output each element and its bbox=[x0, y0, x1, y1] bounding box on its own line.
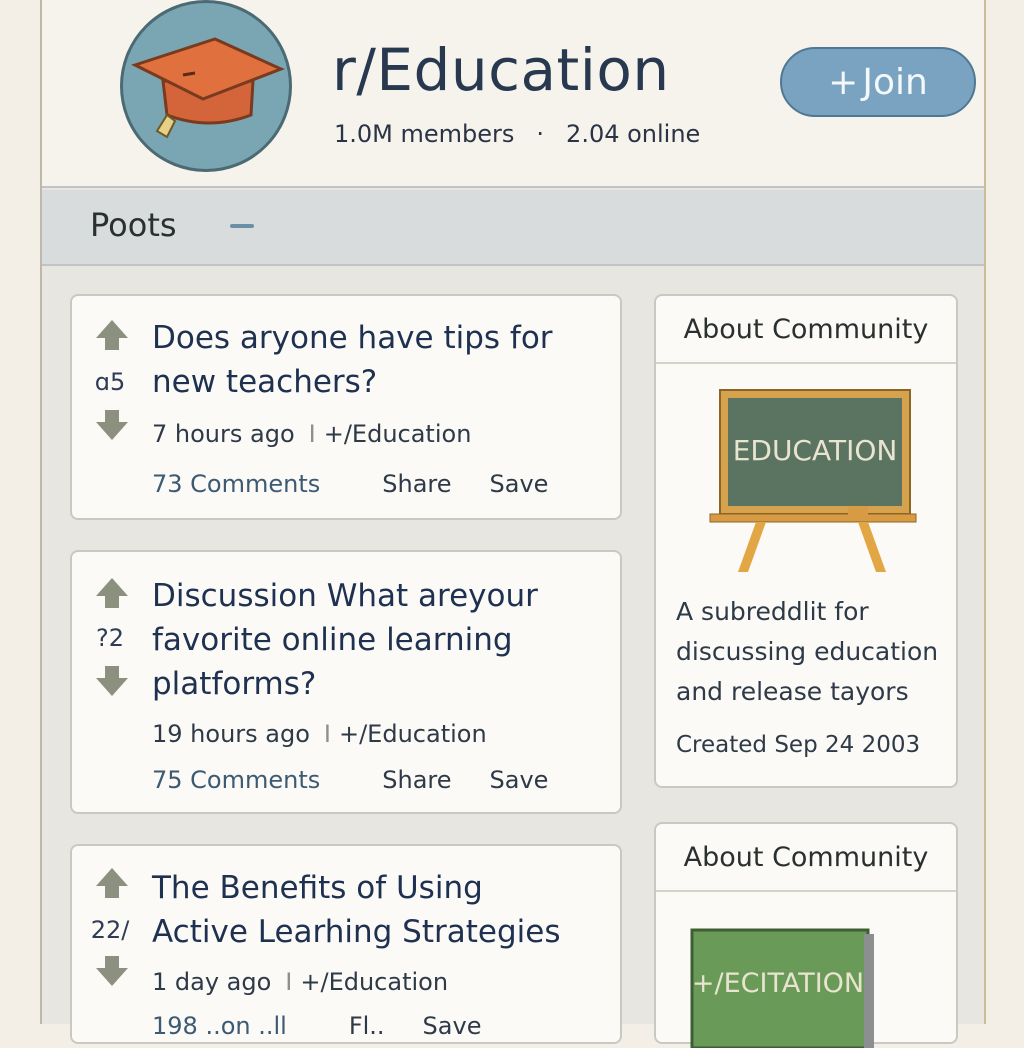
comments-link[interactable]: 73 Comments bbox=[152, 470, 320, 498]
post-meta: 19 hours ago I +/Education bbox=[152, 720, 487, 748]
post-card[interactable]: ?2 Discussion What areyour favorite onli… bbox=[70, 550, 622, 814]
post-title-line: favorite online learning bbox=[152, 622, 513, 658]
save-button[interactable]: Save bbox=[490, 766, 549, 794]
feed-tabs: Poots bbox=[42, 190, 984, 266]
share-button[interactable]: Share bbox=[382, 470, 451, 498]
created-date: Created Sep 24 2003 bbox=[676, 732, 921, 758]
post-title-line: Does aryone have tips for bbox=[152, 320, 553, 356]
stats-separator: · bbox=[536, 120, 545, 148]
downvote-icon[interactable] bbox=[94, 954, 130, 988]
community-avatar[interactable] bbox=[120, 0, 292, 172]
online-count: 2.04 online bbox=[566, 120, 701, 148]
share-button[interactable]: Share bbox=[382, 766, 451, 794]
community-header: r/Education 1.0M members · 2.04 online + Jo… bbox=[42, 0, 984, 188]
post-actions: 198 ..on ..ll Fl.. Save bbox=[152, 1012, 481, 1040]
book-icon: +/ECITATION bbox=[690, 928, 874, 1048]
join-button[interactable]: + Join bbox=[780, 47, 976, 117]
community-description: A subreddlit for discussing education an… bbox=[676, 592, 946, 712]
post-title[interactable]: Discussion What areyour favorite online … bbox=[152, 574, 538, 706]
community-title: r/Education bbox=[332, 36, 670, 104]
post-age: 1 day ago bbox=[152, 968, 272, 996]
post-card[interactable]: ɑ5 Does aryone have tips for new teacher… bbox=[70, 294, 622, 520]
tab-posts[interactable]: Poots bbox=[90, 206, 177, 244]
post-score: 22/ bbox=[90, 916, 130, 944]
about-heading: About Community bbox=[656, 296, 956, 364]
about-community-card: About Community +/ECITATION bbox=[654, 822, 958, 1048]
tab-indicator bbox=[230, 224, 254, 228]
post-score: ɑ5 bbox=[94, 368, 126, 396]
description-line: A subreddlit for bbox=[676, 597, 869, 626]
comments-link[interactable]: 198 ..on ..ll bbox=[152, 1012, 287, 1040]
post-actions: 73 Comments Share Save bbox=[152, 470, 548, 498]
post-title-line: platforms? bbox=[152, 666, 317, 702]
community-stats: 1.0M members · 2.04 online bbox=[334, 120, 700, 148]
graduation-cap-icon bbox=[131, 37, 285, 139]
post-title[interactable]: The Benefits of Using Active Learhing St… bbox=[152, 866, 561, 954]
about-heading: About Community bbox=[656, 824, 956, 892]
post-subreddit[interactable]: +/Education bbox=[339, 720, 487, 748]
post-meta: 7 hours ago I +/Education bbox=[152, 420, 471, 448]
post-subreddit[interactable]: +/Education bbox=[324, 420, 472, 448]
post-meta: 1 day ago I +/Education bbox=[152, 968, 448, 996]
book-text: +/ECITATION bbox=[692, 968, 864, 999]
meta-separator: I bbox=[308, 420, 316, 448]
chalkboard-icon: EDUCATION bbox=[709, 389, 917, 572]
post-age: 7 hours ago bbox=[152, 420, 295, 448]
post-score: ?2 bbox=[95, 624, 124, 652]
description-line: discussing education bbox=[676, 637, 939, 666]
meta-separator: I bbox=[323, 720, 331, 748]
post-title-line: Discussion What areyour bbox=[152, 578, 538, 614]
downvote-icon[interactable] bbox=[94, 664, 130, 698]
post-title-line: new teachers? bbox=[152, 364, 378, 400]
upvote-icon[interactable] bbox=[94, 576, 130, 610]
downvote-icon[interactable] bbox=[94, 408, 130, 442]
upvote-icon[interactable] bbox=[94, 866, 130, 900]
share-button[interactable]: Fl.. bbox=[349, 1012, 385, 1040]
meta-separator: I bbox=[285, 968, 293, 996]
post-subreddit[interactable]: +/Education bbox=[300, 968, 448, 996]
chalkboard-text: EDUCATION bbox=[733, 434, 898, 467]
post-title-line: Active Learhing Strategies bbox=[152, 914, 561, 950]
description-line: and release tayors bbox=[676, 677, 909, 706]
post-card[interactable]: 22/ The Benefits of Using Active Learhin… bbox=[70, 844, 622, 1044]
post-age: 19 hours ago bbox=[152, 720, 310, 748]
join-label: Join bbox=[862, 61, 928, 103]
save-button[interactable]: Save bbox=[490, 470, 549, 498]
save-button[interactable]: Save bbox=[423, 1012, 482, 1040]
upvote-icon[interactable] bbox=[94, 318, 130, 352]
plus-icon: + bbox=[828, 61, 859, 103]
about-community-card: About Community EDUCATION A subreddlit f… bbox=[654, 294, 958, 788]
post-actions: 75 Comments Share Save bbox=[152, 766, 548, 794]
post-title[interactable]: Does aryone have tips for new teachers? bbox=[152, 316, 553, 404]
comments-link[interactable]: 75 Comments bbox=[152, 766, 320, 794]
post-title-line: The Benefits of Using bbox=[152, 870, 483, 906]
member-count: 1.0M members bbox=[334, 120, 515, 148]
